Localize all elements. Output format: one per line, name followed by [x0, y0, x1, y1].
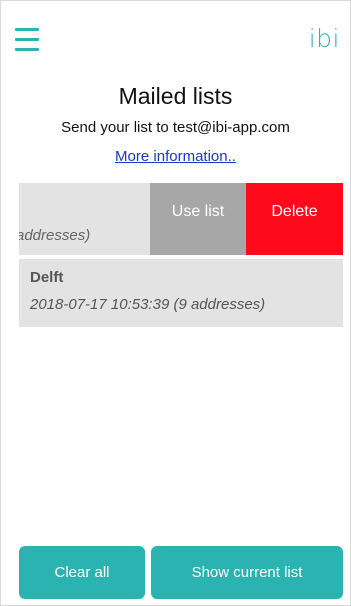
page-subtitle: Send your list to test@ibi-app.com [61, 119, 290, 136]
list-item-swiped[interactable]: addresses) Use list Delete [19, 183, 343, 255]
app-logo: ibi [308, 24, 340, 53]
more-information-link[interactable]: More information.. [1, 148, 350, 165]
use-list-button[interactable]: Use list [150, 183, 246, 255]
menu-bar-middle [15, 38, 39, 41]
list-item-name: Delft [30, 269, 64, 286]
menu-bar-top [15, 28, 39, 31]
show-current-list-button[interactable]: Show current list [151, 546, 343, 599]
list-item-meta: addresses) [19, 227, 91, 244]
delete-label: Delete [271, 203, 318, 220]
clear-all-button[interactable]: Clear all [19, 546, 145, 599]
list-item-meta: 2018-07-17 10:53:39 (9 addresses) [30, 296, 266, 313]
list-item[interactable]: Delft 2018-07-17 10:53:39 (9 addresses) [19, 259, 343, 327]
page-title: Mailed lists [118, 83, 233, 109]
use-list-label: Use list [171, 203, 225, 220]
menu-bar-bottom [15, 48, 39, 51]
hamburger-menu-icon[interactable] [15, 28, 39, 52]
delete-button[interactable]: Delete [246, 183, 343, 255]
mailed-lists-screen: ibi Mailed lists Send your list to test@… [0, 0, 351, 606]
